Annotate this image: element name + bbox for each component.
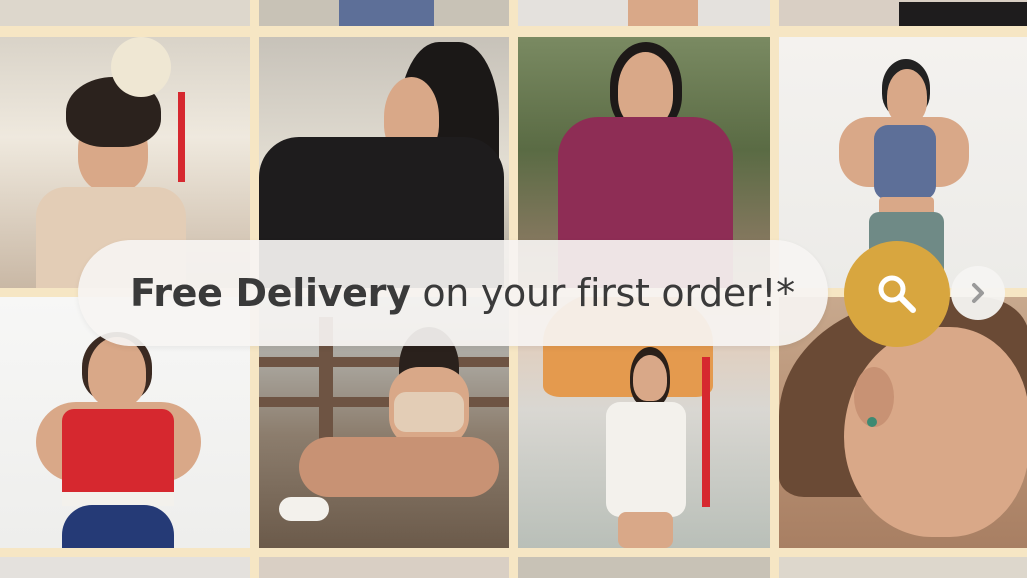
photo-strip-bottom-2	[259, 557, 509, 578]
photo-strip-top-1	[0, 0, 250, 26]
collage-stage: Free Delivery on your first order!*	[0, 0, 1027, 578]
photo-strip-top-2	[259, 0, 509, 26]
photo-strip-bottom-1	[0, 557, 250, 578]
photo-strip-top-4	[779, 0, 1027, 26]
photo-strip-bottom-4	[779, 557, 1027, 578]
chevron-right-icon	[972, 283, 984, 303]
photo-strip-bottom-3	[518, 557, 770, 578]
promo-highlight: Free Delivery	[130, 271, 411, 315]
promo-banner-text: Free Delivery on your first order!*	[130, 240, 795, 346]
promo-banner: Free Delivery on your first order!*	[78, 240, 828, 346]
search-button[interactable]	[844, 241, 950, 347]
photo-strip-top-3	[518, 0, 770, 26]
next-button[interactable]	[951, 266, 1005, 320]
search-icon	[878, 275, 916, 313]
promo-rest: on your first order!*	[410, 271, 795, 315]
